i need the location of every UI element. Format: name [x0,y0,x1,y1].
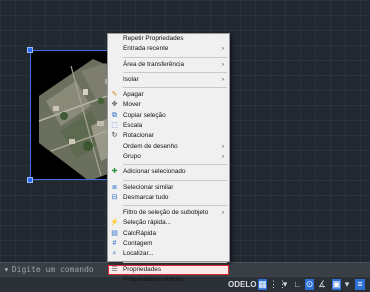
menu-item-apagar[interactable]: ✎ Apagar [108,90,229,100]
menu-item-label: Rotacionar [123,132,154,140]
menu-item-area-de-transferencia[interactable]: Área de transferência › [108,60,229,70]
command-line-menu-icon[interactable]: ▾ [4,265,9,274]
menu-item-label: Contagem [123,240,153,248]
menu-item-label: Filtro de seleção de subobjeto [123,209,209,217]
menu-item-label: Entrada recente [123,45,169,53]
eraser-icon: ✎ [111,91,118,99]
chevron-right-icon: › [221,60,224,68]
menu-item-label: Localizar... [123,250,154,258]
polar-tracking-icon[interactable]: ⊙ [305,279,314,290]
chevron-down-icon[interactable]: ▾ [344,279,350,290]
menu-separator [123,164,227,166]
quick-select-icon: ⚡ [110,219,119,227]
menu-separator [123,56,227,58]
snap-mode-icon[interactable]: ⋮⋮ [269,279,287,290]
object-snap-icon[interactable]: ▣ [332,279,341,290]
menu-item-label: CalcRápida [123,229,157,237]
menu-item-filtro-de-selecao-de-subobjeto[interactable]: Filtro de seleção de subobjeto › [108,208,229,218]
menu-item-label: Repetir Propriedades [123,35,184,42]
menu-separator [123,71,227,73]
menu-item-label: Copiar seleção [123,111,166,119]
rotate-icon: ↻ [111,132,118,140]
chevron-down-icon[interactable]: ▾ [282,279,288,290]
grip-bottom-left[interactable] [27,177,33,183]
menu-item-label: Grupo [123,152,141,160]
menu-item-repetir-propriedades[interactable]: Repetir Propriedades [108,34,229,44]
annotation-scale-icon[interactable]: ≡ [355,279,365,290]
menu-item-label: Propriedades rápidas [123,275,184,283]
menu-item-isolar[interactable]: Isolar › [108,75,229,85]
menu-item-escala[interactable]: ⬚ Escala [108,121,229,131]
copy-icon: ⧉ [112,111,117,119]
menu-item-desmarcar-tudo[interactable]: ⊟ Desmarcar tudo [108,193,229,203]
menu-item-copiar-selecao[interactable]: ⧉ Copiar seleção [108,111,229,121]
menu-item-label: Ordem de desenho [123,142,178,150]
find-icon: ⌕ [112,250,117,258]
chevron-right-icon: › [221,75,224,83]
chevron-right-icon: › [221,45,224,53]
ortho-mode-icon[interactable]: ∟ [293,279,302,290]
menu-item-localizar[interactable]: ⌕ Localizar... [108,249,229,259]
menu-item-selecao-rapida[interactable]: ⚡ Seleção rápida... [108,218,229,228]
count-icon: # [112,240,117,248]
menu-item-rotacionar[interactable]: ↻ Rotacionar [108,131,229,141]
quickcalc-icon: ▤ [111,229,118,237]
menu-item-label: Adicionar selecionado [123,168,186,176]
menu-item-label: Apagar [123,91,144,99]
grip-top-left[interactable] [27,47,33,53]
select-similar-icon: ⧈ [112,183,117,191]
menu-item-label: Mover [123,101,141,109]
properties-icon: ☰ [111,265,118,273]
add-selected-icon: ✚ [111,168,118,176]
chevron-right-icon: › [221,142,224,150]
menu-item-label: Escala [123,122,143,130]
menu-item-label: Selecionar similar [123,183,174,191]
menu-item-label: Desmarcar tudo [123,193,169,201]
menu-item-label: Propriedades [123,265,162,273]
scale-icon: ⬚ [111,122,118,130]
menu-item-grupo[interactable]: Grupo › [108,152,229,162]
menu-separator [123,87,227,89]
menu-item-ordem-de-desenho[interactable]: Ordem de desenho › [108,142,229,152]
command-input[interactable]: Digite um comando [12,265,94,274]
context-menu: Repetir Propriedades Entrada recente › Área… [107,33,230,283]
deselect-all-icon: ⊟ [111,193,118,201]
menu-item-propriedades[interactable]: ☰ Propriedades [108,264,229,275]
menu-item-label: Isolar [123,75,139,83]
menu-item-calcrapida[interactable]: ▤ CalcRápida [108,229,229,239]
grid-display-icon[interactable]: ▦ [258,279,267,290]
menu-item-selecionar-similar[interactable]: ⧈ Selecionar similar [108,183,229,193]
menu-separator [123,261,227,263]
menu-item-propriedades-rapidas[interactable]: Propriedades rápidas [108,275,229,285]
model-space-label[interactable]: ODELO [228,280,256,289]
menu-separator [123,205,227,207]
chevron-right-icon: › [221,152,224,160]
menu-separator [123,179,227,181]
menu-item-contagem[interactable]: # Contagem [108,239,229,249]
menu-item-label: Área de transferência [123,60,185,68]
isodraft-icon[interactable]: ∡ [318,279,326,290]
menu-item-mover[interactable]: ✥ Mover [108,100,229,110]
menu-item-adicionar-selecionado[interactable]: ✚ Adicionar selecionado [108,167,229,177]
move-icon: ✥ [111,101,118,109]
menu-item-label: Seleção rápida... [123,219,171,227]
menu-item-entrada-recente[interactable]: Entrada recente › [108,44,229,54]
chevron-right-icon: › [221,209,224,217]
